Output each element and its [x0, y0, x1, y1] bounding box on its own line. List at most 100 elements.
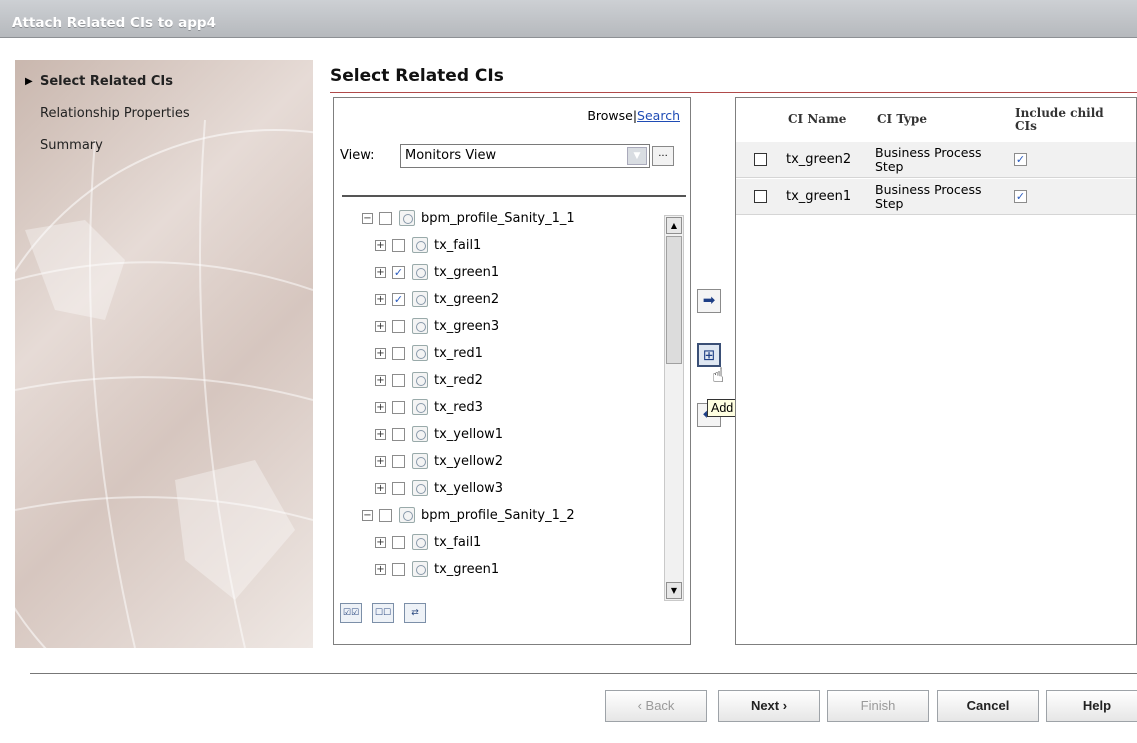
tree-node-checkbox[interactable]: [379, 508, 392, 522]
include-child-checkbox[interactable]: ✓: [1014, 190, 1027, 203]
tree-node-checkbox[interactable]: [392, 535, 405, 549]
expand-icon[interactable]: +: [375, 347, 386, 359]
search-link[interactable]: Search: [637, 108, 680, 123]
tree-node-label[interactable]: tx_yellow3: [434, 481, 503, 496]
title-bar: Attach Related CIs to app4: [0, 0, 1137, 38]
column-header-include-child[interactable]: Include child CIs: [1015, 107, 1125, 133]
tree-node-label[interactable]: tx_red1: [434, 346, 483, 361]
browse-link[interactable]: Browse: [587, 108, 633, 123]
collapse-icon[interactable]: −: [362, 509, 373, 521]
tree-node-checkbox[interactable]: [392, 373, 405, 387]
step-summary[interactable]: Summary: [40, 138, 103, 153]
ci-tree: − bpm_profile_Sanity_1_1 + tx_fail1 + ✓ tx_gre…: [334, 208, 664, 601]
tree-node[interactable]: + tx_red2: [375, 370, 483, 390]
tree-node-checkbox[interactable]: [392, 238, 405, 252]
tree-node[interactable]: − bpm_profile_Sanity_1_1: [362, 208, 575, 228]
transaction-icon: [412, 534, 428, 550]
transaction-icon: [412, 237, 428, 253]
tree-node[interactable]: + tx_yellow2: [375, 451, 503, 471]
row-select-checkbox[interactable]: [754, 190, 767, 203]
tree-node[interactable]: + tx_fail1: [375, 532, 481, 552]
expand-icon[interactable]: +: [375, 428, 386, 440]
cancel-button[interactable]: Cancel: [937, 690, 1039, 722]
browse-search-toggle: Browse|Search: [587, 108, 680, 123]
scroll-down-icon[interactable]: ▼: [666, 582, 682, 599]
tree-node-checkbox[interactable]: ✓: [392, 292, 405, 306]
view-select[interactable]: Monitors View ▼: [400, 144, 650, 168]
tree-node-checkbox[interactable]: [392, 319, 405, 333]
expand-icon[interactable]: +: [375, 563, 386, 575]
next-button[interactable]: Next ›: [718, 690, 820, 722]
tree-node-checkbox[interactable]: [392, 481, 405, 495]
expand-icon[interactable]: +: [375, 455, 386, 467]
select-all-icon[interactable]: ☑☑: [340, 603, 362, 623]
selected-cis-table: CI Name CI Type Include child CIs tx_gre…: [735, 97, 1137, 645]
transaction-icon: [412, 426, 428, 442]
tree-node-label[interactable]: tx_fail1: [434, 535, 481, 550]
tree-node-label[interactable]: tx_green3: [434, 319, 499, 334]
expand-icon[interactable]: +: [375, 482, 386, 494]
expand-icon[interactable]: +: [375, 293, 386, 305]
clear-all-icon[interactable]: ☐☐: [372, 603, 394, 623]
tree-node[interactable]: + tx_yellow3: [375, 478, 503, 498]
tree-node-checkbox[interactable]: [392, 346, 405, 360]
collapse-icon[interactable]: −: [362, 212, 373, 224]
tree-node[interactable]: + tx_green3: [375, 316, 499, 336]
ci-name-cell: tx_green1: [786, 189, 852, 204]
invert-selection-icon[interactable]: ⇄: [404, 603, 426, 623]
tree-node[interactable]: + tx_yellow1: [375, 424, 503, 444]
tree-node[interactable]: + ✓ tx_green1: [375, 262, 499, 282]
tree-node-label[interactable]: tx_yellow1: [434, 427, 503, 442]
tree-node-label[interactable]: tx_red2: [434, 373, 483, 388]
table-row[interactable]: tx_green1 Business Process Step ✓: [736, 179, 1136, 215]
scroll-up-icon[interactable]: ▲: [666, 217, 682, 234]
view-browse-button[interactable]: ...: [652, 146, 674, 166]
tree-node-checkbox[interactable]: [379, 211, 392, 225]
tree-node[interactable]: + tx_red3: [375, 397, 483, 417]
chevron-down-icon[interactable]: ▼: [627, 147, 647, 165]
tree-node-label[interactable]: tx_yellow2: [434, 454, 503, 469]
tree-node-checkbox[interactable]: [392, 427, 405, 441]
row-select-checkbox[interactable]: [754, 153, 767, 166]
transaction-icon: [412, 399, 428, 415]
tree-node-label[interactable]: tx_red3: [434, 400, 483, 415]
arrow-right-icon[interactable]: ➡: [697, 289, 721, 313]
expand-icon[interactable]: +: [375, 320, 386, 332]
table-row[interactable]: tx_green2 Business Process Step ✓: [736, 142, 1136, 178]
include-child-checkbox[interactable]: ✓: [1014, 153, 1027, 166]
tree-divider: [342, 195, 686, 197]
tree-node-label[interactable]: bpm_profile_Sanity_1_1: [421, 211, 575, 226]
tree-node[interactable]: + ✓ tx_green2: [375, 289, 499, 309]
tree-node-label[interactable]: tx_green1: [434, 562, 499, 577]
expand-icon[interactable]: +: [375, 239, 386, 251]
tree-node-checkbox[interactable]: [392, 454, 405, 468]
back-button[interactable]: ‹ Back: [605, 690, 707, 722]
help-button[interactable]: Help: [1046, 690, 1137, 722]
current-step-arrow-icon: ▶: [25, 76, 33, 87]
tree-node-checkbox[interactable]: ✓: [392, 265, 405, 279]
expand-icon[interactable]: +: [375, 536, 386, 548]
tree-node-label[interactable]: tx_green1: [434, 265, 499, 280]
tree-node-label[interactable]: tx_fail1: [434, 238, 481, 253]
tree-node[interactable]: + tx_red1: [375, 343, 483, 363]
tree-node-checkbox[interactable]: [392, 562, 405, 576]
tree-node-label[interactable]: bpm_profile_Sanity_1_2: [421, 508, 575, 523]
view-select-value: Monitors View: [405, 148, 497, 163]
step-select-related-cis[interactable]: Select Related CIs: [40, 74, 173, 89]
expand-icon[interactable]: +: [375, 374, 386, 386]
tree-node[interactable]: − bpm_profile_Sanity_1_2: [362, 505, 575, 525]
expand-icon[interactable]: +: [375, 266, 386, 278]
step-relationship-properties[interactable]: Relationship Properties: [40, 106, 190, 121]
tree-node[interactable]: + tx_green1: [375, 559, 499, 579]
transaction-icon: [412, 291, 428, 307]
scrollbar-thumb[interactable]: [666, 236, 682, 364]
tree-scrollbar[interactable]: ▲ ▼: [664, 215, 684, 601]
tree-node-label[interactable]: tx_green2: [434, 292, 499, 307]
finish-button[interactable]: Finish: [827, 690, 929, 722]
column-header-ci-name[interactable]: CI Name: [788, 113, 846, 126]
bpm-profile-icon: [399, 507, 415, 523]
tree-node[interactable]: + tx_fail1: [375, 235, 481, 255]
expand-icon[interactable]: +: [375, 401, 386, 413]
column-header-ci-type[interactable]: CI Type: [877, 113, 927, 126]
tree-node-checkbox[interactable]: [392, 400, 405, 414]
